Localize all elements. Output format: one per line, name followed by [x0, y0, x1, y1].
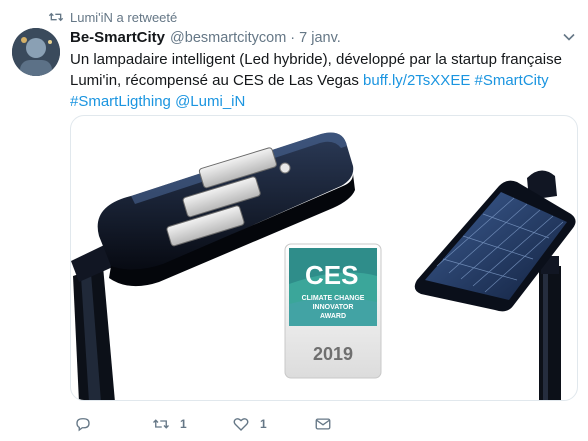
- tweet-text: Un lampadaire intelligent (Led hybride),…: [70, 49, 568, 112]
- author-handle[interactable]: @besmartcitycom: [170, 28, 286, 48]
- tweet-header: Be-SmartCity @besmartcitycom · 7 janv.: [70, 28, 580, 48]
- badge-line-3: AWARD: [320, 313, 346, 320]
- avatar-image: [12, 28, 60, 76]
- avatar[interactable]: [12, 28, 60, 76]
- retweet-count: 1: [180, 417, 187, 431]
- retweet-notice[interactable]: Lumi'iN a retweeté: [48, 8, 177, 26]
- ces-logo-text: CES: [305, 260, 358, 290]
- tweet-actions: 1 1: [70, 412, 370, 436]
- like-button[interactable]: 1: [232, 415, 267, 433]
- badge-line-1: CLIMATE CHANGE: [302, 295, 365, 302]
- tweet-link[interactable]: buff.ly/2TsXXEE: [363, 72, 470, 89]
- right-pole: [539, 266, 561, 400]
- separator-dot: ·: [290, 30, 296, 46]
- chevron-down-icon[interactable]: [562, 30, 576, 44]
- retweet-icon: [153, 419, 169, 429]
- tweet-media[interactable]: CES CLIMATE CHANGE INNOVATOR AWARD 2019: [70, 115, 578, 401]
- retweet-notice-text: Lumi'iN a retweeté: [70, 9, 178, 25]
- reply-button[interactable]: [74, 415, 102, 433]
- like-count: 1: [260, 417, 267, 431]
- reply-icon: [76, 418, 90, 432]
- hashtag-smartcity[interactable]: #SmartCity: [475, 72, 549, 89]
- heart-icon: [233, 418, 249, 431]
- badge-year: 2019: [313, 344, 353, 364]
- tweet-body: Be-SmartCity @besmartcitycom · 7 janv. U…: [70, 28, 580, 112]
- direct-message-button[interactable]: [314, 415, 332, 433]
- retweet-button[interactable]: 1: [152, 415, 187, 433]
- hashtag-smartligthing[interactable]: #SmartLigthing: [70, 93, 171, 110]
- tweet-timestamp[interactable]: 7 janv.: [299, 28, 341, 48]
- mention-lumi-in[interactable]: @Lumi_iN: [175, 93, 245, 110]
- retweet-icon: [48, 12, 64, 22]
- ces-award-badge: CES CLIMATE CHANGE INNOVATOR AWARD 2019: [284, 243, 382, 379]
- badge-line-2: INNOVATOR: [313, 304, 354, 311]
- envelope-icon: [315, 418, 331, 430]
- author-name[interactable]: Be-SmartCity: [70, 28, 165, 48]
- media-image: CES CLIMATE CHANGE INNOVATOR AWARD 2019: [71, 132, 576, 400]
